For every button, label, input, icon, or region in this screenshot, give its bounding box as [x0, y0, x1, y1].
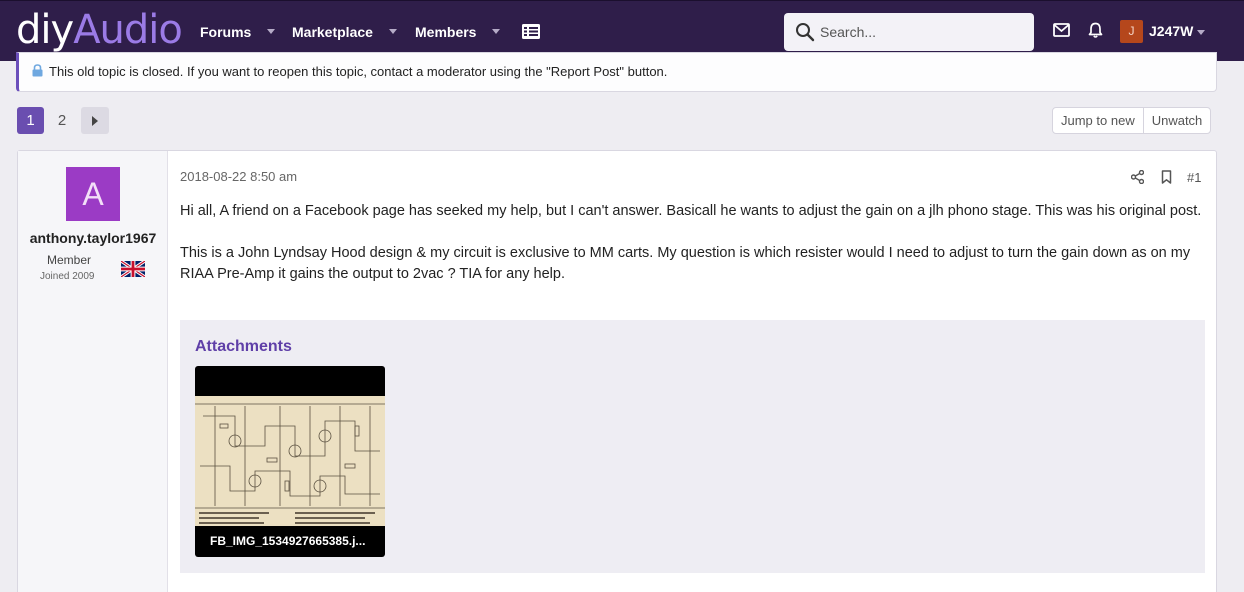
thread-action-buttons: Jump to new Unwatch — [1052, 107, 1212, 134]
attachments-block: Attachments FB_IMG_1534927665385.j... — [180, 320, 1205, 573]
search-box[interactable] — [784, 13, 1034, 51]
search-icon — [796, 23, 815, 42]
poster-joined-date: Joined 2009 — [40, 271, 95, 282]
notice-text: This old topic is closed. If you want to… — [49, 64, 668, 79]
attachments-title: Attachments — [195, 338, 292, 355]
page-1-button[interactable]: 1 — [17, 107, 44, 134]
nav-marketplace-label: Marketplace — [292, 23, 373, 40]
nav-members-label: Members — [415, 23, 477, 40]
bell-icon[interactable] — [1088, 22, 1103, 39]
share-icon[interactable] — [1131, 170, 1144, 184]
chevron-down-icon[interactable] — [267, 29, 276, 34]
poster-user-title: Member — [47, 253, 92, 267]
search-input[interactable] — [820, 13, 1020, 51]
post-date-link[interactable]: 2018-08-22 8:50 am — [180, 169, 297, 184]
chevron-down-icon[interactable] — [388, 29, 397, 34]
unwatch-button[interactable]: Unwatch — [1142, 108, 1211, 133]
username-link[interactable]: J247W — [1149, 23, 1193, 39]
post-user-info: A anthony.taylor1967 Member Joined 2009 — [18, 151, 168, 592]
jump-to-new-button[interactable]: Jump to new — [1053, 108, 1143, 133]
attachment-thumbnail[interactable]: FB_IMG_1534927665385.j... — [195, 366, 385, 557]
logo-audio-text: Audio — [73, 7, 183, 53]
circuit-schematic-image — [195, 396, 385, 526]
post-message: A anthony.taylor1967 Member Joined 2009 … — [17, 150, 1217, 592]
closed-topic-notice: This old topic is closed. If you want to… — [16, 52, 1217, 92]
site-logo[interactable]: diyAudio — [16, 7, 183, 53]
poster-avatar[interactable]: A — [66, 167, 120, 221]
logo-diy-text: diy — [16, 7, 74, 53]
whats-new-list-icon[interactable] — [522, 24, 540, 39]
lock-icon — [32, 64, 43, 77]
user-avatar[interactable]: J — [1120, 20, 1143, 43]
page-2-button[interactable]: 2 — [50, 107, 74, 134]
chevron-right-icon — [92, 116, 98, 126]
envelope-icon[interactable] — [1053, 23, 1070, 37]
bookmark-icon[interactable] — [1161, 170, 1172, 184]
post-number-link[interactable]: #1 — [1187, 170, 1201, 185]
poster-username[interactable]: anthony.taylor1967 — [18, 230, 168, 246]
attachment-filename[interactable]: FB_IMG_1534927665385.j... — [210, 534, 365, 548]
next-page-button[interactable] — [81, 107, 109, 134]
uk-flag-icon — [121, 261, 145, 277]
chevron-down-icon[interactable] — [492, 29, 501, 34]
post-paragraph: Hi all, A friend on a Facebook page has … — [180, 203, 1202, 219]
post-body: Hi all, A friend on a Facebook page has … — [180, 201, 1210, 285]
nav-forums-label: Forums — [200, 23, 252, 40]
post-paragraph: This is a John Lyndsay Hood design & my … — [180, 245, 1191, 282]
chevron-down-icon[interactable] — [1197, 30, 1205, 35]
